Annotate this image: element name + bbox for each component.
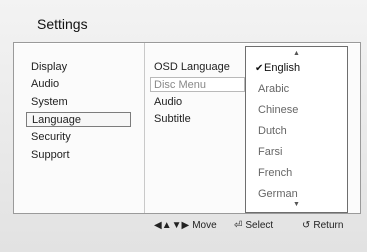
menu-item-system[interactable]: System: [31, 95, 68, 110]
menu-item-security[interactable]: Security: [31, 130, 71, 145]
enter-icon: ⏎: [234, 220, 243, 231]
page-title: Settings: [37, 16, 88, 32]
dropdown-option-chinese[interactable]: Chinese: [258, 103, 298, 117]
option-audio[interactable]: Audio: [154, 95, 182, 110]
return-hint: ↺ Return: [302, 220, 344, 231]
menu-item-audio[interactable]: Audio: [31, 77, 59, 92]
select-hint: ⏎ Select: [234, 220, 274, 231]
settings-panel: Display Audio System Language Security S…: [13, 42, 361, 214]
language-dropdown[interactable]: ▲ ✔English Arabic Chinese Dutch Farsi Fr…: [245, 46, 348, 213]
checkmark-icon: ✔: [255, 63, 264, 74]
return-icon: ↺: [302, 220, 311, 231]
up-arrow-icon[interactable]: ▲: [246, 50, 347, 57]
dropdown-option-dutch[interactable]: Dutch: [258, 124, 287, 138]
option-subtitle[interactable]: Subtitle: [154, 112, 191, 127]
dropdown-option-farsi[interactable]: Farsi: [258, 145, 282, 159]
dropdown-option-english[interactable]: ✔English: [255, 61, 300, 76]
move-hint: ◀▲▼▶ Move: [154, 220, 217, 231]
down-arrow-icon[interactable]: ▼: [246, 201, 347, 208]
menu-item-support[interactable]: Support: [31, 148, 70, 163]
settings-screen: Settings Display Audio System Language S…: [0, 0, 367, 252]
dropdown-option-french[interactable]: French: [258, 166, 292, 180]
option-disc-menu[interactable]: Disc Menu: [150, 77, 245, 92]
move-arrows-icon: ◀▲▼▶: [154, 220, 190, 231]
category-menu: Display Audio System Language Security S…: [14, 43, 145, 213]
menu-item-language[interactable]: Language: [26, 112, 131, 127]
footer-hints: ◀▲▼▶ Move ⏎ Select ↺ Return: [0, 212, 367, 252]
dropdown-option-arabic[interactable]: Arabic: [258, 82, 289, 96]
option-osd-language[interactable]: OSD Language: [154, 60, 230, 75]
menu-item-display[interactable]: Display: [31, 60, 67, 75]
dropdown-option-german[interactable]: German: [258, 187, 298, 201]
